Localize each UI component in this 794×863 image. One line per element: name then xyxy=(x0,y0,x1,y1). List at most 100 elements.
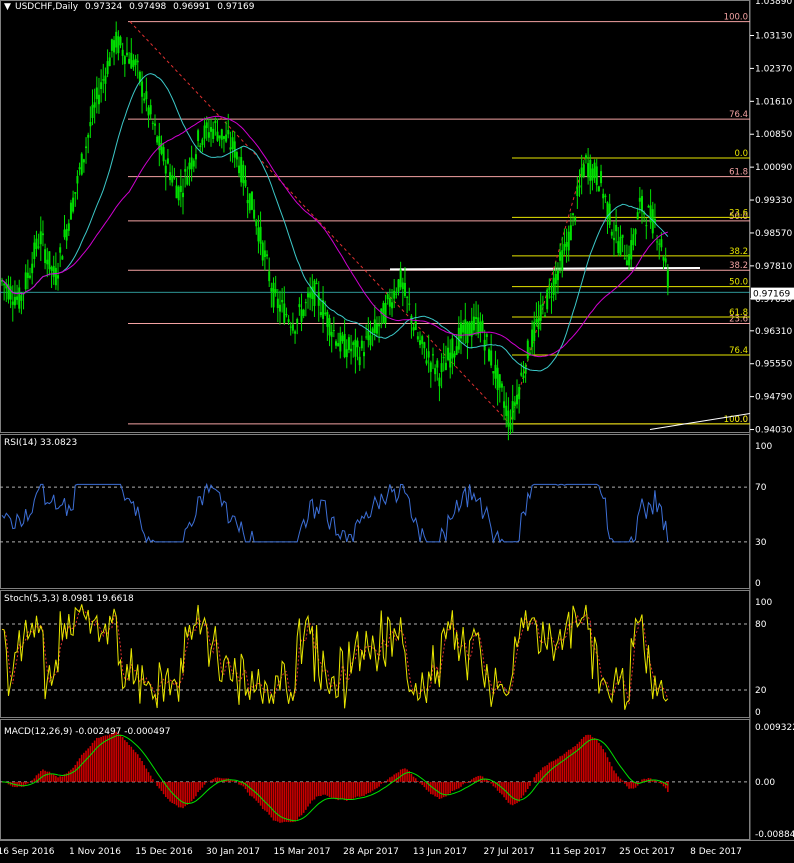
macd-histogram-bar xyxy=(602,749,604,782)
price-bar-body xyxy=(399,269,402,288)
price-bar-body xyxy=(108,57,111,67)
macd-histogram-bar xyxy=(188,781,191,803)
macd-histogram-bar xyxy=(192,781,195,799)
price-bar-body xyxy=(315,283,318,285)
price-bar-body xyxy=(166,158,169,164)
macd-histogram-bar xyxy=(492,781,495,787)
rsi-tick-label: 30 xyxy=(755,538,767,548)
macd-histogram-bar xyxy=(52,774,55,782)
price-bar-body xyxy=(632,234,635,246)
price-bar-body xyxy=(401,282,404,290)
price-bar-body xyxy=(516,394,519,405)
price-bar-body xyxy=(253,209,256,219)
macd-histogram-bar xyxy=(419,781,421,784)
macd-histogram-bar xyxy=(518,781,520,802)
macd-histogram-bar xyxy=(559,756,561,782)
macd-histogram-bar xyxy=(641,779,643,782)
macd-histogram-bar xyxy=(488,780,490,782)
price-bar-body xyxy=(110,39,113,51)
price-bar-body xyxy=(656,241,659,243)
macd-histogram-bar xyxy=(201,781,204,788)
price-bar-body xyxy=(503,401,506,408)
fib-primary-label: 61.8 xyxy=(729,168,748,178)
macd-histogram-bar xyxy=(294,781,296,822)
macd-histogram-bar xyxy=(628,781,630,789)
price-bar-body xyxy=(453,353,456,358)
macd-histogram-bar xyxy=(496,781,499,791)
price-bar-body xyxy=(365,336,368,338)
stoch-tick-label: 80 xyxy=(755,620,767,630)
macd-histogram-bar xyxy=(117,733,120,782)
macd-histogram-bar xyxy=(119,734,122,782)
price-bar-body xyxy=(46,259,49,265)
macd-histogram-bar xyxy=(72,767,74,782)
macd-histogram-bar xyxy=(313,781,316,800)
macd-histogram-bar xyxy=(345,781,348,801)
macd-histogram-bar xyxy=(296,781,299,820)
macd-histogram-bar xyxy=(91,742,94,782)
macd-histogram-bar xyxy=(78,758,81,782)
macd-histogram-bar xyxy=(126,742,128,782)
macd-histogram-bar xyxy=(160,781,163,791)
macd-histogram-bar xyxy=(300,781,303,816)
macd-histogram-bar xyxy=(423,781,426,788)
macd-histogram-bar xyxy=(231,780,234,782)
price-bar-body xyxy=(393,290,396,299)
macd-histogram-bar xyxy=(57,777,59,782)
price-bar-body xyxy=(587,163,590,178)
price-bar-body xyxy=(582,164,585,177)
price-bar-body xyxy=(248,193,251,211)
price-bar-body xyxy=(255,220,258,227)
price-tick-label: 1.00850 xyxy=(755,130,792,140)
macd-histogram-bar xyxy=(333,781,335,799)
macd-histogram-bar xyxy=(369,781,372,793)
price-bar-body xyxy=(121,49,124,56)
macd-histogram-bar xyxy=(309,781,311,804)
macd-histogram-bar xyxy=(468,781,471,782)
price-bar-body xyxy=(214,120,217,124)
price-bar-body xyxy=(615,224,618,232)
macd-histogram-bar xyxy=(632,781,635,789)
macd-histogram-bar xyxy=(238,781,240,785)
price-bar-body xyxy=(358,356,361,366)
macd-histogram-bar xyxy=(324,781,327,795)
price-bar-body xyxy=(610,231,613,236)
macd-histogram-bar xyxy=(61,776,64,782)
price-bar-body xyxy=(169,172,172,181)
macd-histogram-bar xyxy=(259,781,262,806)
price-bar-body xyxy=(63,229,66,238)
price-tick-label: 0.94790 xyxy=(755,393,792,403)
price-bar-body xyxy=(572,213,575,215)
price-bar-body xyxy=(326,311,329,327)
macd-histogram-bar xyxy=(50,773,53,782)
price-bar-body xyxy=(660,239,663,248)
price-bar-body xyxy=(343,333,346,358)
macd-histogram-bar xyxy=(378,781,380,787)
macd-histogram-bar xyxy=(542,767,544,782)
macd-histogram-bar xyxy=(287,781,290,823)
price-bar-body xyxy=(638,197,641,202)
macd-histogram-bar xyxy=(621,780,624,782)
macd-histogram-bar xyxy=(544,766,546,782)
fib-primary-label: 100.0 xyxy=(724,13,748,23)
macd-histogram-bar xyxy=(152,779,154,782)
price-tick-label: 1.03130 xyxy=(755,32,792,42)
macd-histogram-bar xyxy=(162,781,165,795)
price-bar-body xyxy=(509,423,512,430)
price-bar-body xyxy=(188,162,191,170)
price-bar-body xyxy=(37,246,40,248)
price-bar-body xyxy=(242,164,245,184)
price-bar-body xyxy=(74,192,77,194)
price-bar-body xyxy=(128,58,131,64)
macd-histogram-bar xyxy=(70,769,72,782)
price-bar-body xyxy=(283,303,286,323)
price-bar-body xyxy=(429,362,432,372)
chart-canvas[interactable]: 100.076.461.850.038.223.60.00.023.638.25… xyxy=(0,0,794,863)
macd-histogram-bar xyxy=(462,781,464,785)
price-bar-body xyxy=(526,340,529,359)
price-bar-body xyxy=(345,349,348,358)
macd-histogram-bar xyxy=(156,781,158,787)
macd-histogram-bar xyxy=(55,775,57,782)
macd-histogram-bar xyxy=(617,776,620,782)
price-bar-body xyxy=(535,319,538,323)
